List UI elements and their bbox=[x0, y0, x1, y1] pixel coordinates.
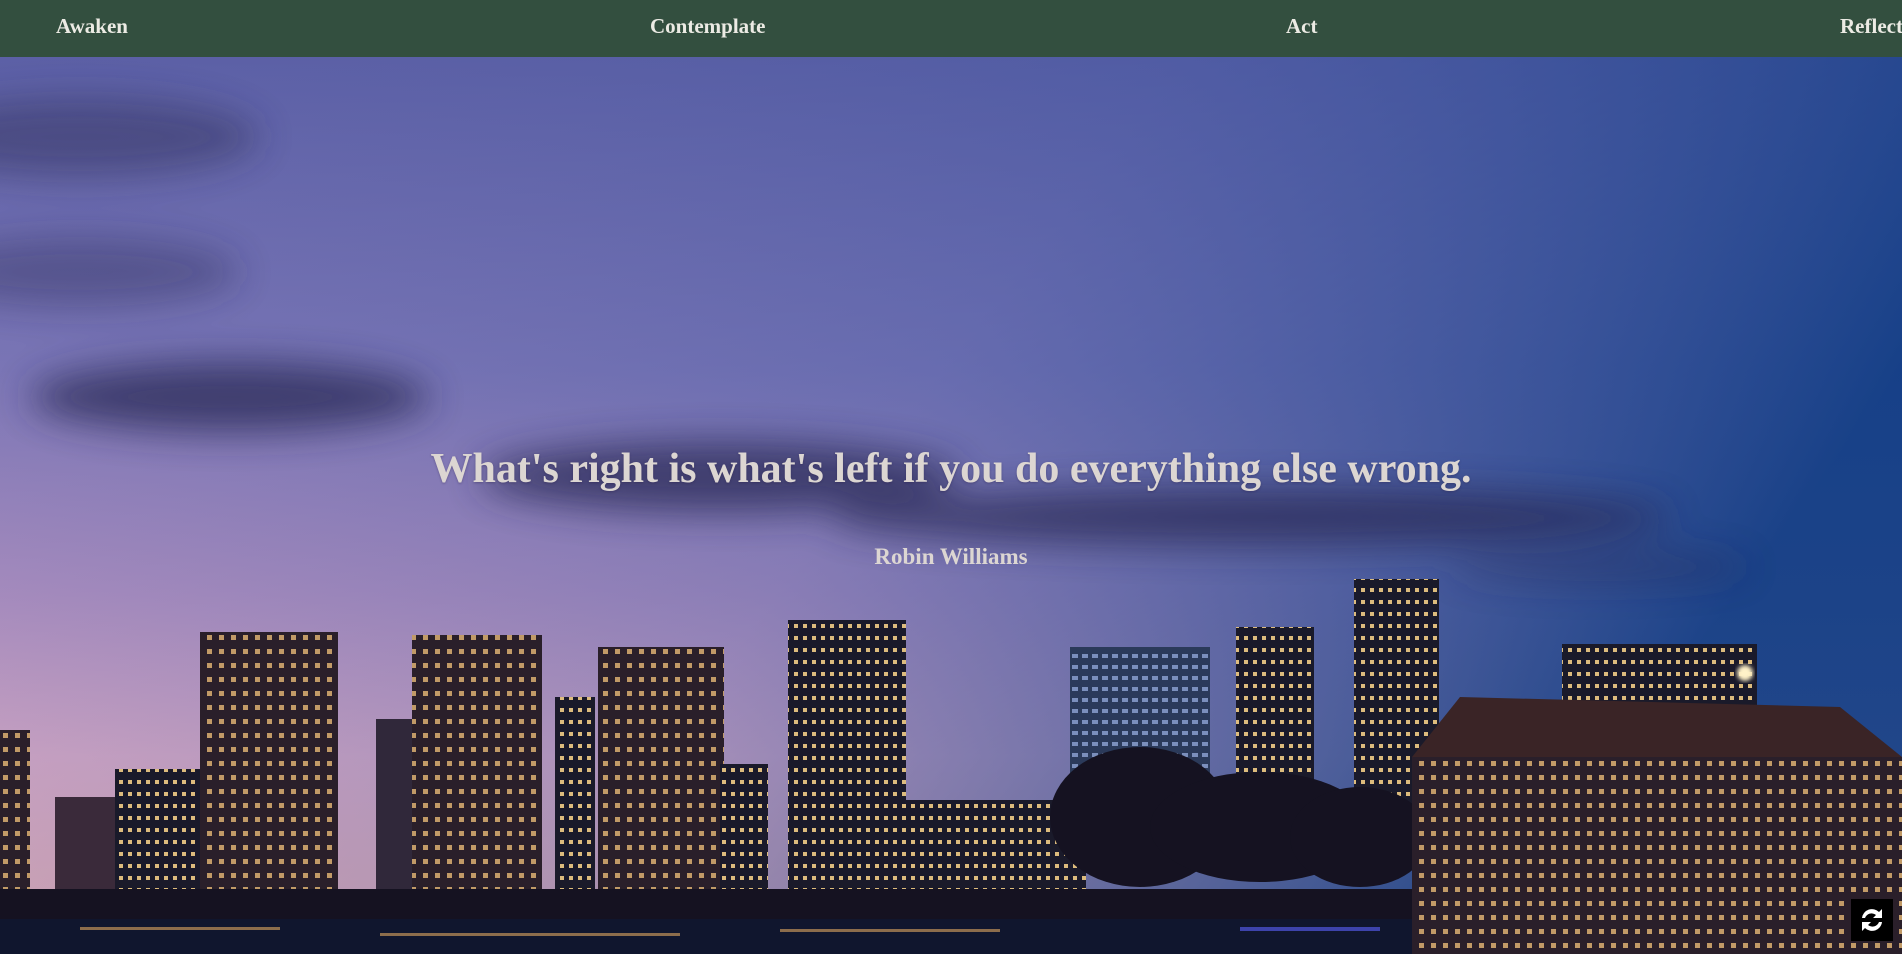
background-photo bbox=[0, 57, 1902, 954]
quote-author: Robin Williams bbox=[874, 544, 1028, 569]
refresh-icon bbox=[1862, 909, 1882, 931]
nav-awaken-link[interactable]: Awaken bbox=[56, 14, 128, 38]
quote-text: What's right is what's left if you do ev… bbox=[430, 446, 1472, 492]
nav-contemplate-link[interactable]: Contemplate bbox=[650, 14, 765, 38]
nav-act-link[interactable]: Act bbox=[1286, 14, 1317, 38]
nav-reflect-link[interactable]: Reflect bbox=[1840, 14, 1902, 38]
top-nav: Awaken Contemplate Act Reflect bbox=[0, 0, 1902, 57]
refresh-button[interactable] bbox=[1851, 899, 1893, 941]
city-skyline-image bbox=[0, 57, 1902, 954]
